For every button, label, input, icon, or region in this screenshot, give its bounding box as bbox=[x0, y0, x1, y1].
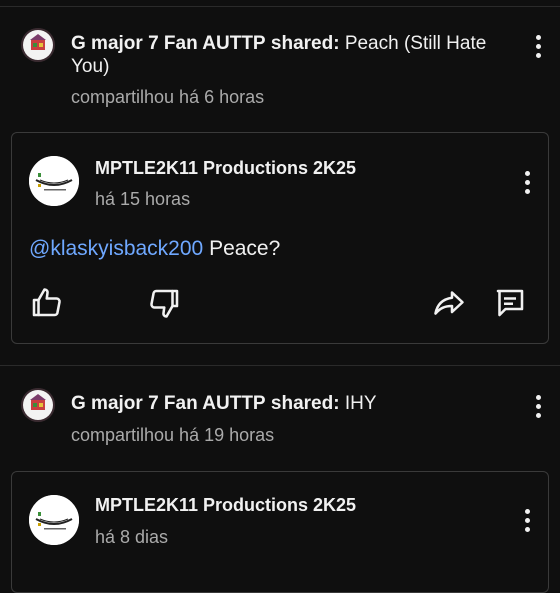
comment-icon[interactable] bbox=[492, 285, 528, 321]
avatar[interactable] bbox=[29, 156, 79, 206]
mention-link[interactable]: @klaskyisback200 bbox=[29, 237, 203, 260]
more-vert-icon[interactable] bbox=[526, 391, 550, 421]
avatar[interactable] bbox=[21, 28, 55, 62]
comment-author[interactable]: MPTLE2K11 Productions 2K25 bbox=[95, 158, 356, 179]
avatar-image bbox=[21, 28, 55, 62]
sharer-name[interactable]: G major 7 Fan AUTTP bbox=[71, 393, 266, 414]
avatar-image bbox=[29, 156, 79, 206]
divider bbox=[0, 365, 560, 366]
shared-title[interactable]: G major 7 Fan AUTTP shared: Peach (Still… bbox=[71, 32, 491, 78]
thumbs-up-icon[interactable] bbox=[28, 285, 64, 321]
shared-meta: compartilhou há 19 horas bbox=[71, 425, 275, 445]
avatar-image bbox=[21, 388, 55, 422]
share-icon[interactable] bbox=[431, 285, 467, 321]
more-vert-icon[interactable] bbox=[515, 505, 539, 535]
shared-meta: compartilhou há 6 horas bbox=[71, 87, 265, 107]
divider-top bbox=[0, 6, 560, 7]
comment-card-2: MPTLE2K11 Productions 2K25 há 8 dias bbox=[11, 471, 549, 593]
comment-time: há 15 horas bbox=[95, 189, 191, 209]
comment-time: há 8 dias bbox=[95, 527, 169, 547]
comment-body: Peace? bbox=[203, 237, 281, 260]
more-vert-icon[interactable] bbox=[526, 31, 550, 61]
avatar[interactable] bbox=[21, 388, 55, 422]
comment-author[interactable]: MPTLE2K11 Productions 2K25 bbox=[95, 495, 356, 516]
avatar-image bbox=[29, 495, 79, 545]
shared-title[interactable]: G major 7 Fan AUTTP shared: IHY bbox=[71, 392, 491, 415]
shared-label: shared: bbox=[270, 33, 340, 54]
sharer-name[interactable]: G major 7 Fan AUTTP bbox=[71, 33, 266, 54]
comment-card-1: MPTLE2K11 Productions 2K25 há 15 horas @… bbox=[11, 132, 549, 344]
shared-video-title[interactable]: IHY bbox=[345, 393, 377, 414]
avatar[interactable] bbox=[29, 495, 79, 545]
comment-text: @klaskyisback200 Peace? bbox=[29, 237, 280, 261]
thumbs-down-icon[interactable] bbox=[147, 285, 183, 321]
more-vert-icon[interactable] bbox=[515, 167, 539, 197]
shared-label: shared: bbox=[270, 393, 340, 414]
